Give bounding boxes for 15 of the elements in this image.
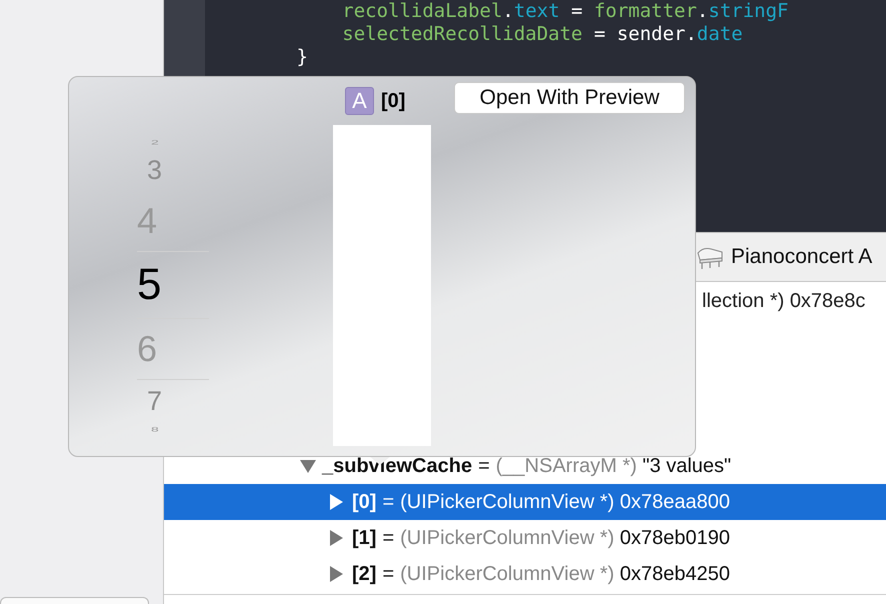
code-line: }: [296, 46, 309, 69]
tooltip-text: Pianoconcert A: [731, 245, 872, 269]
collapsed-triangle-icon[interactable]: [330, 566, 343, 582]
type-badge: A: [345, 87, 374, 115]
picker-item[interactable]: 7: [137, 379, 209, 422]
picker-item[interactable]: 5: [137, 251, 209, 319]
variable-row[interactable]: [2] = (UIPickerColumnView *) 0x78eb4250: [164, 556, 886, 592]
variable-row[interactable]: [0] = (UIPickerColumnView *) 0x78eaa800: [164, 484, 886, 520]
popover-title: [0]: [381, 90, 406, 112]
variable-row[interactable]: [1] = (UIPickerColumnView *) 0x78eb0190: [164, 520, 886, 556]
collapsed-triangle-icon[interactable]: [330, 530, 343, 546]
code-line: selectedRecollidaDate = sender.date: [341, 23, 744, 46]
open-with-preview-button[interactable]: Open With Preview: [454, 82, 685, 114]
variable-row-text: llection *) 0x78e8c: [701, 289, 866, 314]
code-line: recollidaLabel.text = formatter.stringF: [341, 0, 788, 23]
